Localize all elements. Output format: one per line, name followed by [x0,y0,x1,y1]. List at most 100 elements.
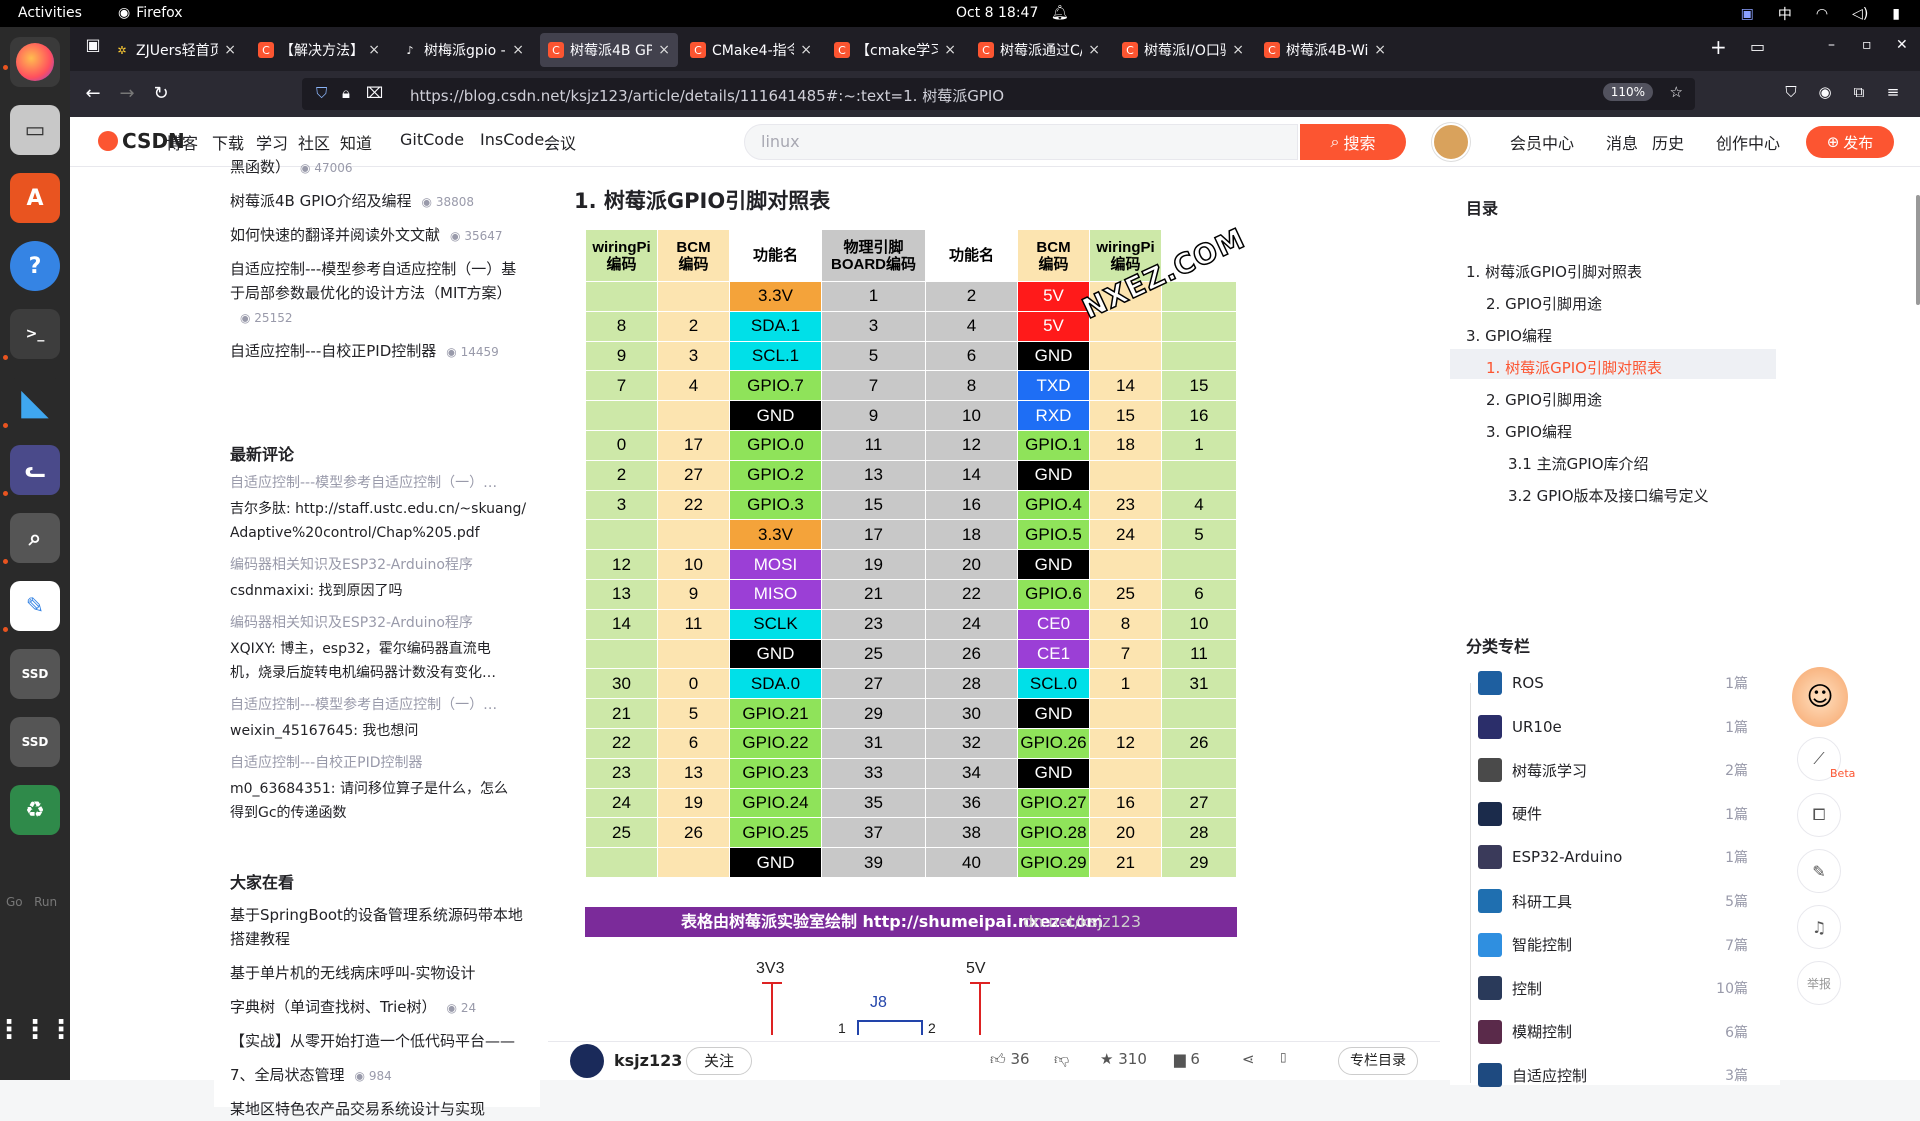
tab-close-icon[interactable]: × [800,42,812,58]
edit-note-icon[interactable]: ✎ [1797,849,1841,893]
toc-item[interactable]: 2. GPIO引脚用途 [1486,293,1602,314]
maximize-button[interactable]: ▫ [1862,37,1872,53]
forward-arrow-icon[interactable]: → [116,83,138,104]
ssd-drive-icon[interactable]: SSD [10,649,60,699]
tab-close-icon[interactable]: × [1232,42,1244,58]
show-apps-grid-icon[interactable]: ⋮⋮⋮ [0,1005,74,1055]
headset-icon[interactable]: ♫ [1797,905,1841,949]
menu-icon[interactable]: ≡ [1882,83,1904,101]
tab-close-icon[interactable]: × [224,42,236,58]
help-dock-icon[interactable]: ? [10,241,60,291]
ssd-drive-icon[interactable]: SSD [10,717,60,767]
column-item[interactable]: 自适应控制 3篇 [1478,1057,1748,1093]
url-text[interactable]: https://blog.csdn.net/ksjz123/article/de… [410,85,1004,106]
column-item[interactable]: ROS 1篇 [1478,665,1748,701]
user-avatar[interactable] [1432,123,1470,161]
bookmark-star-icon[interactable]: ☆ [1670,83,1683,101]
cat-app-dock-icon[interactable]: ᓚ [10,445,60,495]
pdf-button[interactable]: ▯ [1280,1050,1287,1064]
search-button[interactable]: ⌕ 搜索 [1300,124,1406,160]
nav-menu-item[interactable]: 下载 [212,130,244,154]
popular-article-link[interactable]: 基于单片机的无线病床呼叫-实物设计 [230,961,475,985]
column-item[interactable]: 科研工具 5篇 [1478,883,1748,919]
nav-menu-item[interactable]: 知道 [340,130,372,154]
toc-item[interactable]: 2. GPIO引脚用途 [1486,389,1602,410]
column-item[interactable]: 模糊控制 6篇 [1478,1014,1748,1050]
toc-item[interactable]: 1. 树莓派GPIO引脚对照表 [1466,261,1642,282]
browser-tab[interactable]: C 树莓派4B-WiringP × [1256,33,1394,67]
hot-article-link[interactable]: 于局部参数最优化的设计方法（MIT方案） [230,281,512,305]
tab-close-icon[interactable]: × [1374,42,1386,58]
column-item[interactable]: 智能控制 7篇 [1478,927,1748,963]
column-item[interactable]: UR10e 1篇 [1478,709,1748,745]
reload-icon[interactable]: ↻ [150,83,172,104]
tab-close-icon[interactable]: × [512,42,524,58]
browser-tab[interactable]: C 【cmake学习】cm × [826,33,964,67]
text-editor-dock-icon[interactable]: ✎ [10,581,60,631]
hot-article-link[interactable]: 黑函数） ◉ 47006 [230,155,353,180]
window-menu-icon[interactable]: ▭ [1750,37,1765,56]
nav-menu-item[interactable]: 学习 [256,130,288,154]
popular-article-link[interactable]: 【实战】从零开始打造一个低代码平台—— [230,1029,515,1053]
header-right-menu-item[interactable]: 创作中心 [1716,130,1780,154]
header-right-menu-item[interactable]: 历史 [1652,130,1684,154]
comment-source-link[interactable]: 自适应控制---模型参考自适应控制（一）… [230,471,497,495]
popular-article-link[interactable]: 基于SpringBoot的设备管理系统源码带本地 [230,903,523,927]
comment-source-link[interactable]: 自适应控制---自校正PID控制器 [230,751,423,775]
column-item[interactable]: 控制 10篇 [1478,970,1748,1006]
new-tab-button[interactable]: + [1710,35,1727,59]
like-button[interactable]: 👍︎ 36 [990,1050,1030,1069]
nav-menu-item[interactable]: 社区 [298,130,330,154]
hot-article-link[interactable]: 如何快速的翻译并阅读外文文献 ◉ 35647 [230,223,503,248]
wifi-icon[interactable]: ◠ [1816,6,1828,22]
nav-menu-item[interactable]: GitCode [400,130,464,149]
toc-item[interactable]: 3.2 GPIO版本及接口编号定义 [1508,485,1709,506]
account-icon[interactable]: ◉ [1814,83,1836,101]
browser-tab[interactable]: C 树莓派4B GPIO介绍 × [540,33,678,67]
tab-close-icon[interactable]: × [368,42,380,58]
browser-tab[interactable]: C 树莓派通过C/C++l × [970,33,1108,67]
search-tool-dock-icon[interactable]: ⌕ [10,513,60,563]
hot-article-link[interactable]: ◉ 25152 [230,305,292,330]
toc-item[interactable]: 3.1 主流GPIO库介绍 [1508,453,1649,474]
column-item[interactable]: 硬件 1篇 [1478,796,1748,832]
mascot-icon[interactable]: ☺ [1792,667,1848,727]
permissions-icon[interactable]: ⌧ [366,84,383,102]
dislike-button[interactable]: 👎︎ [1054,1050,1069,1069]
zoom-level[interactable]: 110% [1602,83,1653,101]
comment-button[interactable]: ▆ 6 [1174,1050,1200,1068]
search-input[interactable]: linux [744,124,1298,160]
share-button[interactable]: ⋖ [1242,1050,1255,1068]
browser-tab[interactable]: C 【解决方法】树莓 × [250,33,388,67]
tab-list-icon[interactable]: ▣ [82,35,104,54]
comment-source-link[interactable]: 编码器相关知识及ESP32-Arduino程序 [230,553,473,577]
page-scrollbar[interactable] [1916,195,1920,305]
column-toc-button[interactable]: 专栏目录 [1338,1047,1418,1075]
publish-button[interactable]: ⊕ 发布 [1806,126,1894,158]
input-method[interactable]: 中 [1778,4,1792,24]
pocket-icon[interactable]: ⛉ [1780,83,1802,101]
browser-tab[interactable]: C CMake4-指令4-1： × [682,33,820,67]
browser-tab[interactable]: ✲ ZJUers轻首页 × [106,33,244,67]
vscode-dock-icon[interactable]: ◣ [10,377,60,427]
back-arrow-icon[interactable]: ← [82,83,104,104]
popular-article-link[interactable]: 字典树（单词查找树、Trie树） ◉ 24 [230,995,476,1020]
nav-menu-item[interactable]: InsCode [480,130,544,149]
nav-menu-item[interactable]: 会议 [544,130,576,154]
comment-source-link[interactable]: 编码器相关知识及ESP32-Arduino程序 [230,611,473,635]
shield-icon[interactable]: ⛉ [316,84,327,102]
app-menu[interactable]: ◉ Firefox [118,5,183,21]
popular-article-link[interactable]: 7、全局状态管理 ◉ 984 [230,1063,392,1088]
close-window-button[interactable]: ✕ [1896,37,1908,53]
author-name[interactable]: ksjz123 [614,1051,682,1070]
firefox-dock-icon[interactable] [10,37,60,87]
comment-source-link[interactable]: 自适应控制---模型参考自适应控制（一）… [230,693,497,717]
url-bar[interactable]: ⛉ 🔒︎ ⌧ https://blog.csdn.net/ksjz123/art… [302,78,1695,110]
hot-article-link[interactable]: 树莓派4B GPIO介绍及编程 ◉ 38808 [230,189,474,214]
toc-item[interactable]: 1. 树莓派GPIO引脚对照表 [1486,357,1662,378]
minimize-button[interactable]: – [1828,37,1835,53]
tab-close-icon[interactable]: × [1088,42,1100,58]
hot-article-link[interactable]: 自适应控制---模型参考自适应控制（一）基 [230,257,516,281]
activities-button[interactable]: Activities [18,5,82,21]
hot-article-link[interactable]: 自适应控制---自校正PID控制器 ◉ 14459 [230,339,499,364]
